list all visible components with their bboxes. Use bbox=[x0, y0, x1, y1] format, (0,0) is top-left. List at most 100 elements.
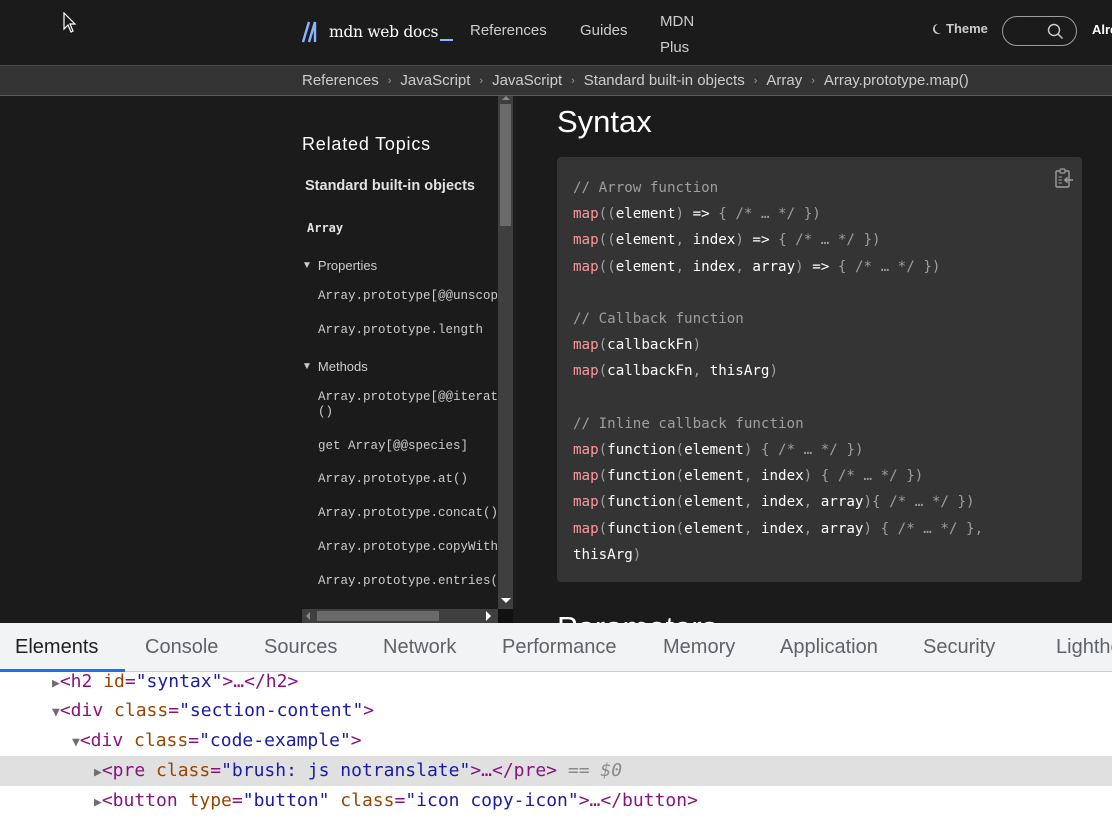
sidebar-title: Related Topics bbox=[302, 134, 431, 154]
code-line: map((element, index) => { /* … */ }) bbox=[573, 232, 881, 249]
search-icon[interactable] bbox=[1047, 23, 1064, 40]
dom-node-div[interactable]: ▼<div class="section-content"> bbox=[0, 696, 1112, 726]
scrollbar-thumb[interactable] bbox=[500, 104, 511, 226]
scroll-up-arrow-icon[interactable] bbox=[502, 96, 510, 100]
dom-node-markup[interactable]: <button type="button" class="icon copy-i… bbox=[102, 790, 698, 811]
tab-sources[interactable]: Sources bbox=[264, 636, 337, 659]
dom-node-h2[interactable]: ▶<h2 id="syntax">…</h2> bbox=[0, 667, 1112, 697]
sidebar-item[interactable]: Array.prototype.copyWith bbox=[318, 540, 498, 555]
sidebar-group-methods[interactable]: ▼ Methods bbox=[302, 359, 368, 374]
top-navigation: mdn web docs References Guides MDN Plus … bbox=[0, 0, 1112, 65]
sidebar-object-link[interactable]: Array bbox=[307, 221, 343, 235]
sidebar-section-link[interactable]: Standard built-in objects bbox=[305, 178, 475, 194]
tab-performance[interactable]: Performance bbox=[502, 636, 617, 659]
sidebar-group-label: Methods bbox=[317, 359, 368, 374]
expand-triangle-icon[interactable]: ▶ bbox=[94, 795, 102, 810]
sidebar-item[interactable]: Array.prototype[@@unscop bbox=[318, 289, 498, 304]
code-line: map(callbackFn) bbox=[573, 337, 702, 354]
triangle-down-icon: ▼ bbox=[302, 361, 312, 372]
logo-text: mdn web docs bbox=[329, 23, 439, 41]
dom-node-button[interactable]: ▶<button type="button" class="icon copy-… bbox=[0, 786, 1112, 816]
code-line: map(callbackFn, thisArg) bbox=[573, 363, 779, 380]
code-example: // Arrow function map((element) => { /* … bbox=[557, 157, 1082, 582]
tab-elements[interactable]: Elements bbox=[15, 636, 98, 659]
chevron-right-icon: › bbox=[753, 74, 758, 87]
collapse-triangle-icon[interactable]: ▼ bbox=[72, 735, 80, 750]
chevron-right-icon: › bbox=[387, 74, 392, 87]
expand-triangle-icon[interactable]: ▶ bbox=[52, 676, 60, 691]
chevron-right-icon: › bbox=[811, 74, 815, 87]
scroll-down-arrow-icon[interactable] bbox=[501, 598, 511, 603]
section-heading-syntax: Syntax bbox=[557, 104, 652, 139]
sidebar-horizontal-scrollbar[interactable] bbox=[302, 609, 498, 623]
sidebar-item[interactable]: get Array[@@species] bbox=[318, 439, 468, 454]
dom-node-markup[interactable]: <h2 id="syntax">…</h2> bbox=[60, 671, 298, 692]
code-line: map(function(element, index) { /* … */ }… bbox=[573, 468, 924, 485]
sidebar-item[interactable]: Array.prototype.length bbox=[318, 323, 483, 338]
code-line: map(function(element, index, array){ /* … bbox=[573, 494, 975, 511]
nav-references[interactable]: References bbox=[470, 22, 547, 39]
sidebar-vertical-scrollbar[interactable] bbox=[498, 96, 513, 609]
code-line: thisArg) bbox=[573, 546, 642, 563]
theme-button[interactable]: Theme bbox=[931, 21, 988, 36]
scroll-right-arrow-icon[interactable] bbox=[486, 611, 491, 621]
code-line: map(function(element) { /* … */ }) bbox=[573, 442, 864, 459]
sidebar-group-label: Properties bbox=[317, 258, 378, 273]
mdn-logo-icon bbox=[302, 21, 317, 43]
dom-node-pre[interactable]: ▶<pre class="brush: js notranslate">…</p… bbox=[0, 756, 1112, 786]
tab-security[interactable]: Security bbox=[923, 636, 995, 659]
breadcrumb-item[interactable]: Array bbox=[766, 72, 802, 89]
mdn-logo[interactable]: mdn web docs bbox=[302, 20, 454, 44]
already-subscriber-link[interactable]: Already a subscriber? bbox=[1092, 22, 1112, 37]
sidebar-item[interactable]: Array.prototype.entries( bbox=[318, 574, 498, 589]
scrollbar-thumb[interactable] bbox=[317, 611, 439, 621]
dom-node-markup[interactable]: <div class="code-example"> bbox=[80, 730, 362, 751]
devtools-tab-bar: Elements Console Sources Network Perform… bbox=[0, 623, 1112, 672]
expand-triangle-icon[interactable]: ▶ bbox=[94, 765, 102, 780]
chevron-right-icon: › bbox=[571, 74, 575, 87]
search-input[interactable] bbox=[1002, 16, 1077, 46]
breadcrumb-bar: References › JavaScript › JavaScript › S… bbox=[0, 65, 1112, 96]
code-block: // Arrow function map((element) => { /* … bbox=[573, 175, 983, 568]
nav-mdn-plus[interactable]: MDN Plus bbox=[660, 9, 700, 61]
breadcrumb-item[interactable]: Standard built-in objects bbox=[584, 72, 745, 89]
breadcrumb-current[interactable]: Array.prototype.map() bbox=[824, 72, 969, 89]
tab-network[interactable]: Network bbox=[383, 636, 456, 659]
tab-application[interactable]: Application bbox=[780, 636, 878, 659]
breadcrumb-item[interactable]: References bbox=[302, 72, 379, 89]
code-line: map((element) => { /* … */ }) bbox=[573, 206, 821, 223]
code-comment: // Callback function bbox=[573, 311, 744, 328]
nav-guides[interactable]: Guides bbox=[580, 22, 628, 39]
collapse-triangle-icon[interactable]: ▼ bbox=[52, 705, 60, 720]
sidebar-item[interactable]: Array.prototype[@@iterat () bbox=[318, 390, 498, 420]
breadcrumb-item[interactable]: JavaScript bbox=[400, 72, 470, 89]
code-line: map(function(element, index, array) { /*… bbox=[573, 520, 984, 537]
section-heading-parameters: Parameters bbox=[557, 610, 717, 623]
scroll-left-arrow-icon[interactable] bbox=[306, 612, 310, 620]
clipboard-copy-icon bbox=[1055, 168, 1073, 188]
dom-node-div[interactable]: ▼<div class="code-example"> bbox=[0, 726, 1112, 756]
copy-button[interactable] bbox=[1053, 167, 1075, 189]
tab-memory[interactable]: Memory bbox=[663, 636, 735, 659]
chevron-right-icon: › bbox=[479, 74, 484, 87]
breadcrumb-item[interactable]: JavaScript bbox=[492, 72, 562, 89]
sidebar-item[interactable]: Array.prototype.concat() bbox=[318, 506, 498, 521]
tab-console[interactable]: Console bbox=[145, 636, 218, 659]
theme-label: Theme bbox=[946, 21, 988, 36]
sidebar-group-properties[interactable]: ▼ Properties bbox=[302, 258, 377, 273]
dom-node-markup[interactable]: <div class="section-content"> bbox=[60, 700, 374, 721]
moon-icon bbox=[933, 23, 941, 34]
code-comment: // Inline callback function bbox=[573, 415, 804, 432]
sidebar-item[interactable]: Array.prototype.at() bbox=[318, 472, 468, 487]
tab-lighthouse[interactable]: Lighthouse bbox=[1056, 636, 1112, 659]
dom-node-markup[interactable]: <pre class="brush: js notranslate">…</pr… bbox=[102, 760, 622, 781]
scrollbar-corner bbox=[498, 609, 513, 623]
logo-cursor-underscore bbox=[440, 39, 454, 41]
devtools-panel: Elements Console Sources Network Perform… bbox=[0, 623, 1112, 820]
code-line: map((element, index, array) => { /* … */… bbox=[573, 258, 941, 275]
code-comment: // Arrow function bbox=[573, 180, 719, 196]
triangle-down-icon: ▼ bbox=[302, 260, 312, 271]
mouse-cursor-icon bbox=[63, 12, 77, 33]
sidebar: Related Topics Standard built-in objects… bbox=[290, 96, 498, 609]
breadcrumb: References › JavaScript › JavaScript › S… bbox=[302, 72, 969, 89]
